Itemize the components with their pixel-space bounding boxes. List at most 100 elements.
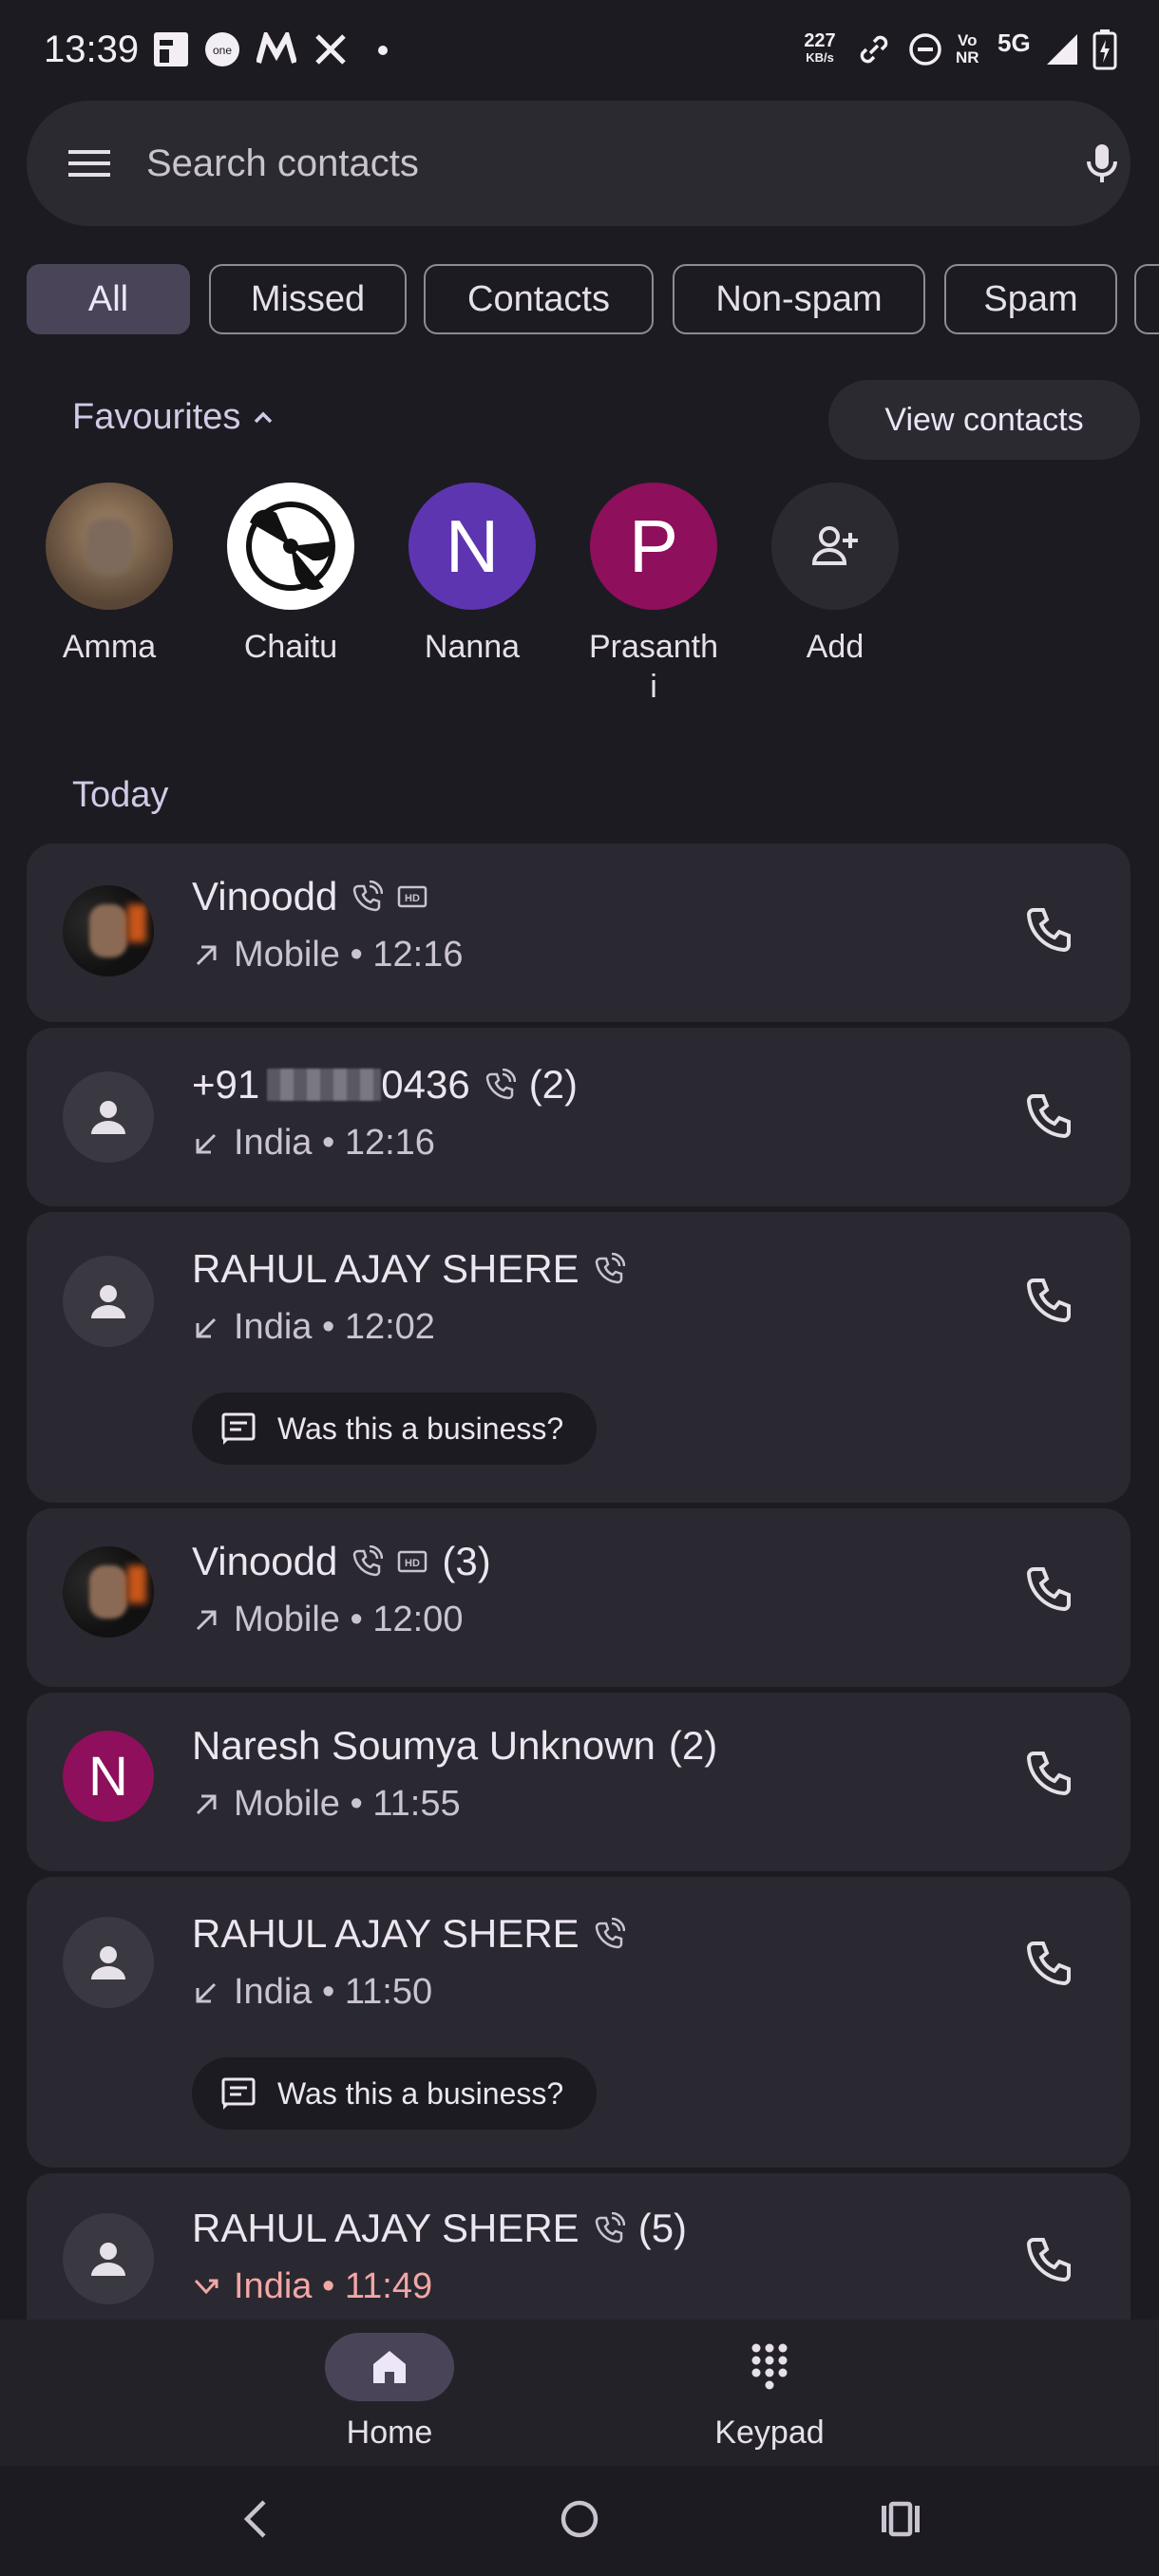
person-icon — [91, 2243, 125, 2276]
caller-name-text: RAHUL AJAY SHERE — [192, 1911, 580, 1956]
avatar — [63, 2213, 154, 2304]
phone-call-icon[interactable] — [1020, 1936, 1077, 1993]
wifi-call-icon — [353, 1545, 384, 1577]
propeller-logo-icon — [246, 502, 335, 591]
call-detail: Mobile • 11:55 — [192, 1784, 461, 1825]
business-feedback-button[interactable]: Was this a business? — [192, 2057, 597, 2130]
caller-number-tail: 0436 — [381, 1062, 470, 1107]
view-contacts-button[interactable]: View contacts — [828, 380, 1140, 460]
avatar — [63, 1917, 154, 2008]
call-log-item[interactable]: RAHUL AJAY SHERE India • 11:50 Was this … — [27, 1877, 1130, 2168]
avatar: P — [590, 483, 717, 610]
outgoing-call-arrow-icon — [196, 1610, 217, 1630]
chevron-up-icon — [255, 411, 273, 423]
outgoing-call-arrow-icon — [196, 945, 217, 965]
hamburger-menu-icon[interactable] — [65, 139, 114, 188]
caller-name: RAHUL AJAY SHERE — [192, 1246, 625, 1292]
business-feedback-button[interactable]: Was this a business? — [192, 1392, 597, 1465]
status-time: 13:39 — [44, 28, 140, 70]
phone-call-icon[interactable] — [1020, 902, 1077, 959]
call-log-item[interactable]: +91 0436 (2) India • 12:16 — [27, 1028, 1130, 1206]
call-detail: Mobile • 12:00 — [192, 1600, 463, 1640]
incoming-call-arrow-icon — [196, 1317, 217, 1337]
caller-name-text: Naresh Soumya Unknown — [192, 1723, 656, 1768]
avatar — [63, 885, 154, 976]
avatar: N — [408, 483, 536, 610]
home-button-icon[interactable] — [555, 2494, 604, 2544]
avatar — [63, 1256, 154, 1347]
nav-keypad[interactable]: Keypad — [674, 2333, 864, 2452]
nav-keypad-indicator — [705, 2333, 834, 2401]
favourite-amma[interactable]: Amma — [28, 483, 190, 667]
search-placeholder[interactable]: Search contacts — [146, 142, 419, 185]
network-speed-unit: KB/s — [806, 50, 834, 65]
filter-chip-all[interactable]: All — [27, 264, 190, 334]
phone-call-icon[interactable] — [1020, 2232, 1077, 2289]
caller-number-prefix: +91 — [192, 1062, 260, 1107]
favourite-nanna[interactable]: N Nanna — [391, 483, 553, 667]
redacted-number — [267, 1069, 382, 1101]
caller-name-text: RAHUL AJAY SHERE — [192, 1246, 580, 1291]
call-count: (2) — [668, 1723, 718, 1768]
avatar — [227, 483, 354, 610]
bottom-navigation: Home Keypad — [0, 2320, 1159, 2466]
outgoing-call-arrow-icon — [196, 1794, 217, 1814]
favourite-name: Nanna — [424, 629, 521, 665]
phone-call-icon[interactable] — [1020, 1089, 1077, 1146]
favourite-prasanthi[interactable]: P Prasanthi — [573, 483, 734, 707]
caller-name: Vinoodd HD (3) — [192, 1539, 491, 1584]
section-today: Today — [72, 775, 169, 815]
call-count: (2) — [528, 1062, 579, 1107]
favourites-header[interactable]: Favourites — [72, 397, 276, 438]
filter-chip-non-spam[interactable]: Non-spam — [673, 264, 925, 334]
call-detail-text: India • 11:50 — [234, 1972, 433, 2012]
filter-chip-missed[interactable]: Missed — [209, 264, 407, 334]
caller-name-text: Vinoodd — [192, 1539, 338, 1583]
filter-chip-spam[interactable]: Spam — [944, 264, 1117, 334]
caller-name: RAHUL AJAY SHERE (5) — [192, 2206, 687, 2251]
incoming-call-arrow-icon — [196, 1133, 217, 1153]
phone-call-icon[interactable] — [1020, 1562, 1077, 1619]
filter-chip-contacts[interactable]: Contacts — [424, 264, 654, 334]
call-detail: India • 12:02 — [192, 1307, 435, 1348]
microphone-icon[interactable] — [1077, 139, 1127, 188]
favourite-chaitu[interactable]: Chaitu — [210, 483, 371, 667]
svg-text:HD: HD — [405, 1558, 420, 1569]
call-log-item[interactable]: N Naresh Soumya Unknown (2) Mobile • 11:… — [27, 1693, 1130, 1871]
svg-text:one: one — [213, 44, 232, 57]
system-navigation-bar — [0, 2466, 1159, 2576]
favourite-name: Chaitu — [243, 629, 338, 665]
favourite-name: Prasanthi — [588, 629, 719, 705]
call-log-item[interactable]: Vinoodd HD (3) Mobile • 12:00 — [27, 1508, 1130, 1687]
call-detail: Mobile • 12:16 — [192, 935, 463, 975]
caller-name: +91 0436 (2) — [192, 1062, 578, 1108]
phone-call-icon[interactable] — [1020, 1273, 1077, 1330]
call-detail-text: India • 12:02 — [234, 1307, 435, 1347]
person-icon — [91, 1101, 125, 1134]
call-detail: India • 11:50 — [192, 1972, 432, 2013]
phone-call-icon[interactable] — [1020, 1746, 1077, 1803]
business-feedback-label: Was this a business? — [277, 1411, 564, 1446]
network-speed-value: 227 — [804, 30, 836, 51]
avatar — [63, 1071, 154, 1163]
recent-apps-icon[interactable] — [878, 2494, 923, 2544]
favourite-add[interactable]: Add — [754, 483, 916, 667]
svg-text:HD: HD — [405, 893, 420, 904]
back-icon[interactable] — [236, 2494, 277, 2544]
search-bar[interactable]: Search contacts — [27, 101, 1130, 226]
news-app-icon — [154, 32, 188, 66]
call-count: (5) — [637, 2206, 688, 2250]
link-icon — [860, 35, 888, 64]
dialpad-icon — [751, 2343, 788, 2390]
favourites-title: Favourites — [72, 397, 241, 437]
signal-icon — [1047, 34, 1077, 65]
hd-icon: HD — [398, 1550, 428, 1573]
filter-chip-more[interactable] — [1134, 264, 1159, 334]
incoming-call-arrow-icon — [196, 1982, 217, 2002]
call-log-item[interactable]: RAHUL AJAY SHERE India • 12:02 Was this … — [27, 1212, 1130, 1503]
nav-home[interactable]: Home — [294, 2333, 484, 2452]
feedback-icon — [221, 1412, 256, 1445]
do-not-disturb-icon — [909, 33, 941, 66]
call-log-item[interactable]: Vinoodd HD Mobile • 12:16 — [27, 843, 1130, 1022]
avatar — [63, 1546, 154, 1638]
